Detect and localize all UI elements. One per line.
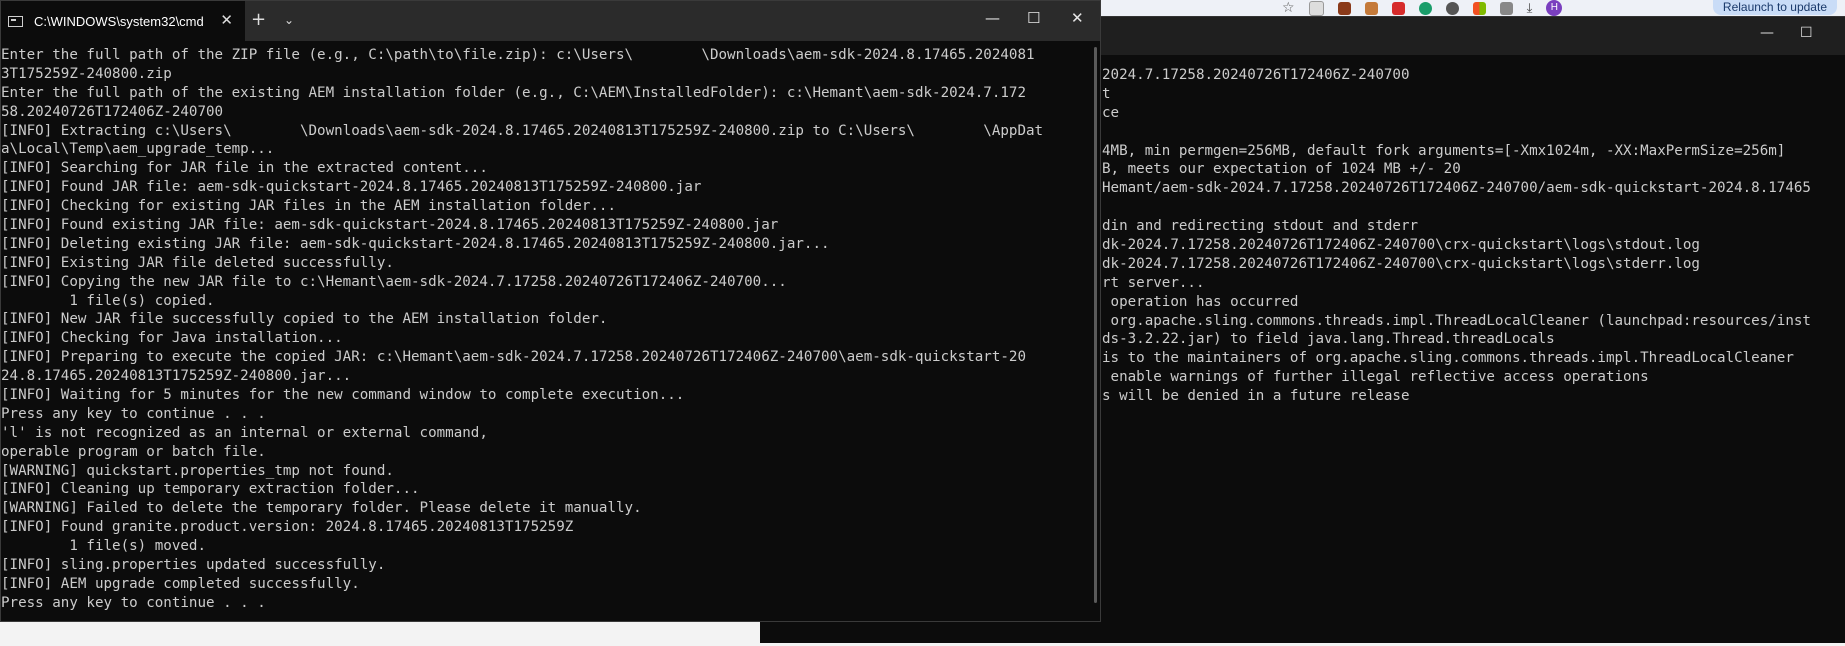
tab-cmd[interactable]: C:\WINDOWS\system32\cmd. ✕ — [1, 1, 245, 41]
extension-icon[interactable] — [1418, 1, 1432, 15]
terminal-icon — [8, 15, 23, 27]
terminal-line: Press any key to continue . . . — [1, 594, 266, 611]
terminal-line: Enter the full path of the ZIP file (e.g… — [1, 47, 1035, 63]
terminal-line: 58.20240726T172406Z-240700 — [1, 103, 224, 120]
background-terminal-output: 2024.7.17258.20240726T172406Z-240700 t ce 4… — [1102, 66, 1811, 406]
background-terminal-line: ds-3.2.22.jar) to field java.lang.Thread… — [1102, 331, 1555, 348]
terminal-line: Enter the full path of the existing AEM … — [1, 84, 1026, 101]
close-window-button[interactable]: ✕ — [1071, 9, 1084, 27]
terminal-line: 1 file(s) copied. — [1, 292, 215, 309]
terminal-line: [INFO] Found JAR file: aem-sdk-quickstar… — [1, 179, 702, 196]
bookmark-star-icon[interactable]: ☆ — [1282, 0, 1295, 16]
terminal-line: [INFO] Searching for JAR file in the ext… — [1, 160, 488, 177]
background-terminal-line: enable warnings of further illegal refle… — [1102, 369, 1649, 386]
chevron-down-icon[interactable]: ⌄ — [284, 13, 294, 27]
terminal-line: [INFO] Extracting c:\Users\ \Downloads\a… — [1, 122, 1044, 139]
terminal-line: 3T175259Z-240800.zip — [1, 65, 172, 82]
terminal-line: [INFO] Checking for Java installation... — [1, 330, 343, 347]
background-terminal-line — [1102, 123, 1811, 142]
terminal-line: 1 file(s) moved. — [1, 538, 206, 555]
terminal-line: [INFO] Found existing JAR file: aem-sdk-… — [1, 217, 779, 234]
relaunch-button[interactable]: Relaunch to update — [1712, 0, 1837, 15]
avatar[interactable]: H — [1546, 0, 1563, 16]
terminal-line: [INFO] Checking for existing JAR files i… — [1, 198, 616, 215]
terminal-line: [INFO] New JAR file successfully copied … — [1, 311, 608, 328]
terminal-line: [INFO] Cleaning up temporary extraction … — [1, 481, 420, 498]
terminal-line: [INFO] sling.properties updated successf… — [1, 557, 386, 574]
extension-icon[interactable] — [1472, 1, 1486, 15]
background-terminal-line: din and redirecting stdout and stderr — [1102, 218, 1419, 235]
background-terminal-line — [1102, 198, 1811, 217]
terminal-line: operable program or batch file. — [1, 443, 266, 460]
background-terminal-line: B, meets our expectation of 1024 MB +/- … — [1102, 161, 1461, 178]
terminal-line: [INFO] Found granite.product.version: 20… — [1, 519, 574, 536]
scrollbar[interactable] — [1094, 47, 1097, 603]
terminal-line: [INFO] Existing JAR file deleted success… — [1, 254, 394, 271]
background-terminal-line: rt server... — [1102, 274, 1205, 291]
terminal-line: [WARNING] quickstart.properties_tmp not … — [1, 462, 394, 479]
background-terminal-line: dk-2024.7.17258.20240726T172406Z-240700\… — [1102, 237, 1700, 254]
terminal-output[interactable]: Enter the full path of the ZIP file (e.g… — [1, 46, 1091, 618]
cmd-window: C:\WINDOWS\system32\cmd. ✕ + ⌄ — ☐ ✕ Ent… — [0, 0, 1101, 622]
terminal-line: [WARNING] Failed to delete the temporary… — [1, 500, 642, 517]
background-terminal-line: 4MB, min permgen=256MB, default fork arg… — [1102, 142, 1786, 159]
tab-bar: C:\WINDOWS\system32\cmd. ✕ + ⌄ — ☐ ✕ — [1, 1, 1100, 41]
minimize-icon[interactable]: — — [1760, 25, 1774, 41]
background-terminal-line: org.apache.sling.commons.threads.impl.Th… — [1102, 312, 1811, 329]
download-icon[interactable]: ⤓ — [1527, 1, 1533, 16]
background-terminal-line: s will be denied in a future release — [1102, 388, 1410, 405]
terminal-line: [INFO] AEM upgrade completed successfull… — [1, 575, 360, 592]
maximize-button[interactable]: ☐ — [1027, 9, 1040, 27]
background-terminal-line: operation has occurred — [1102, 293, 1299, 310]
tab-title: C:\WINDOWS\system32\cmd. — [34, 13, 204, 29]
extension-icon[interactable] — [1391, 1, 1405, 15]
terminal-line: 24.8.17465.20240813T175259Z-240800.jar..… — [1, 368, 352, 385]
terminal-line: [INFO] Copying the new JAR file to c:\He… — [1, 273, 787, 290]
extension-icon[interactable] — [1337, 1, 1351, 15]
browser-toolbar: ☆ ⤓ H Relaunch to update — [1100, 0, 1845, 16]
extension-icon[interactable] — [1308, 0, 1324, 16]
terminal-line: a\Local\Temp\aem_upgrade_temp... — [1, 141, 275, 158]
terminal-line: [INFO] Waiting for 5 minutes for the new… — [1, 387, 685, 404]
minimize-button[interactable]: — — [985, 9, 1000, 27]
extension-icon[interactable] — [1364, 1, 1378, 15]
background-terminal-line: t — [1102, 85, 1111, 102]
terminal-line: 'l' is not recognized as an internal or … — [1, 424, 488, 441]
new-tab-button[interactable]: + — [251, 9, 266, 30]
background-terminal-line: is to the maintainers of org.apache.slin… — [1102, 350, 1794, 367]
extension-icon[interactable] — [1445, 1, 1459, 15]
background-terminal-line: dk-2024.7.17258.20240726T172406Z-240700\… — [1102, 255, 1700, 272]
background-terminal-line: ce — [1102, 104, 1120, 121]
close-tab-icon[interactable]: ✕ — [220, 11, 233, 29]
terminal-line: [INFO] Preparing to execute the copied J… — [1, 349, 1026, 366]
maximize-icon[interactable]: ☐ — [1800, 25, 1813, 41]
terminal-line: Press any key to continue . . . — [1, 405, 266, 422]
extension-icon[interactable] — [1499, 1, 1513, 15]
background-terminal-line: 2024.7.17258.20240726T172406Z-240700 — [1102, 67, 1410, 83]
background-terminal-line: Hemant/aem-sdk-2024.7.17258.20240726T172… — [1102, 180, 1811, 197]
terminal-line: [INFO] Deleting existing JAR file: aem-s… — [1, 235, 830, 252]
